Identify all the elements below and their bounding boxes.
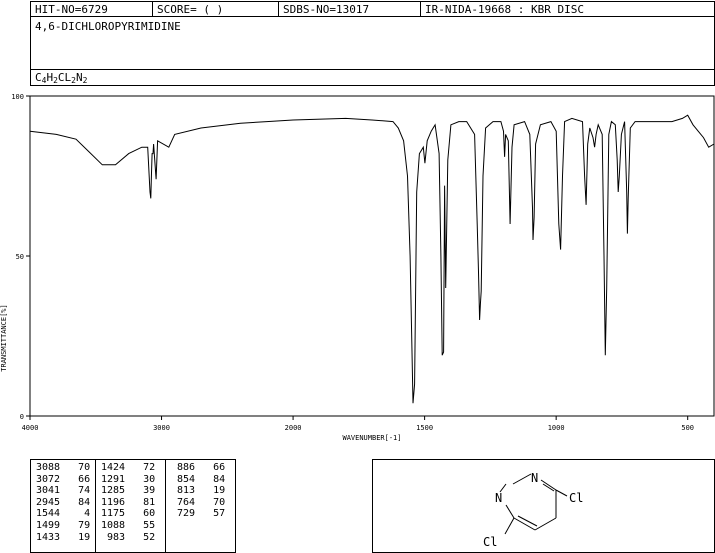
atom-n2: N (495, 491, 502, 505)
formula-element: N (75, 71, 83, 84)
score: SCORE= ( ) (153, 2, 279, 16)
structure-diagram: N N Cl Cl (483, 471, 583, 549)
peak-wavenumber: 764 (171, 496, 196, 508)
peak-wavenumber: 3041 (36, 485, 61, 497)
peak-wavenumber: 854 (171, 473, 196, 485)
x-axis-label: WAVENUMBER[-1] (342, 434, 401, 442)
peak-wavenumber: 3072 (36, 473, 61, 485)
atom-cl2: Cl (483, 535, 497, 549)
peak-row: 1544 4 (36, 508, 90, 520)
peak-wavenumber: 886 (171, 462, 196, 473)
peak-wavenumber: 729 (171, 508, 196, 520)
x-tick-label: 3000 (153, 424, 170, 432)
compound-name-box: 4,6-DICHLOROPYRIMIDINE (30, 16, 715, 70)
ir-nida: IR-NIDA-19668 : KBR DISC (425, 3, 584, 16)
peak-transmittance: 84 (60, 496, 91, 508)
sdbs-no: SDBS-NO=13017 (279, 2, 421, 16)
y-axis-label: TRANSMITTANCE[%] (0, 304, 8, 371)
compound-name: 4,6-DICHLOROPYRIMIDINE (35, 20, 181, 33)
peak-wavenumber: 813 (171, 485, 196, 497)
peak-transmittance: 84 (195, 473, 226, 485)
peak-transmittance: 52 (125, 531, 156, 543)
formula-subscript: 2 (82, 76, 88, 85)
atom-n1: N (531, 471, 538, 485)
peak-transmittance: 19 (60, 531, 91, 543)
peak-transmittance: 72 (125, 462, 156, 473)
peak-transmittance: 66 (195, 462, 226, 473)
y-tick-label: 0 (20, 413, 24, 421)
peak-row: 1433 19 (36, 532, 90, 544)
peak-transmittance: 19 (195, 485, 226, 497)
formula-box: C4H2CL2N2 (30, 69, 715, 86)
peak-table: 3088 70 3072 66 3041 74 2945 84 1544 4 1499 7… (30, 459, 236, 553)
peak-wavenumber: 1196 (101, 496, 126, 508)
peak-transmittance: 70 (195, 496, 226, 508)
peak-row: 1499 79 (36, 520, 90, 532)
peak-transmittance: 60 (125, 508, 156, 520)
peak-column-2: 1424 72 1291 30 1285 39 1196 81 1175 60 1088 … (101, 462, 155, 543)
peak-row: 729 57 (171, 508, 225, 520)
x-tick-label: 4000 (22, 424, 39, 432)
header-bar: HIT-NO=6729 SCORE= ( ) SDBS-NO=13017 IR-… (30, 1, 715, 17)
peak-transmittance: 57 (195, 508, 226, 520)
spectrum-line (29, 114, 715, 404)
formula-element: CL (57, 71, 72, 84)
peak-wavenumber: 1424 (101, 462, 126, 473)
peak-row: 1424 72 (101, 462, 155, 474)
peak-transmittance: 39 (125, 485, 156, 497)
hit-no: HIT-NO=6729 (31, 2, 153, 16)
peak-wavenumber: 1088 (101, 519, 126, 531)
peak-row: 854 84 (171, 474, 225, 486)
peak-transmittance: 81 (125, 496, 156, 508)
peak-row: 1291 30 (101, 474, 155, 486)
peak-column-1: 3088 70 3072 66 3041 74 2945 84 1544 4 1499 7… (36, 462, 90, 543)
x-tick-label: 1000 (548, 424, 565, 432)
peak-transmittance: 74 (60, 485, 91, 497)
atom-cl1: Cl (569, 491, 583, 505)
peak-row: 3041 74 (36, 485, 90, 497)
peak-transmittance: 55 (125, 519, 156, 531)
peak-wavenumber: 1499 (36, 519, 61, 531)
peak-wavenumber: 3088 (36, 462, 61, 473)
plot-frame (29, 95, 715, 417)
x-tick-label: 500 (681, 424, 694, 432)
peak-row: 886 66 (171, 462, 225, 474)
molecular-formula: C4H2CL2N2 (35, 71, 87, 85)
peak-row: 1175 60 (101, 508, 155, 520)
peak-wavenumber: 1544 (36, 508, 61, 520)
peak-transmittance: 70 (60, 462, 91, 473)
x-tick-label: 1500 (416, 424, 433, 432)
peak-row: 3088 70 (36, 462, 90, 474)
y-tick-label: 100 (11, 93, 24, 101)
peak-row: 813 19 (171, 485, 225, 497)
y-tick-label: 50 (16, 253, 24, 261)
peak-row: 1196 81 (101, 497, 155, 509)
peak-wavenumber: 2945 (36, 496, 61, 508)
peak-column-3: 886 66 854 84 813 19 764 70 729 57 (171, 462, 225, 520)
peak-row: 3072 66 (36, 474, 90, 486)
peak-transmittance: 79 (60, 519, 91, 531)
peak-wavenumber: 983 (101, 531, 126, 543)
structure-box: N N Cl Cl (372, 459, 715, 553)
peak-row: 1088 55 (101, 520, 155, 532)
peak-row: 983 52 (101, 532, 155, 544)
peak-wavenumber: 1291 (101, 473, 126, 485)
peak-transmittance: 66 (60, 473, 91, 485)
peak-row: 2945 84 (36, 497, 90, 509)
formula-element: C (35, 71, 42, 84)
peak-wavenumber: 1285 (101, 485, 126, 497)
peak-wavenumber: 1175 (101, 508, 126, 520)
peak-wavenumber: 1433 (36, 531, 61, 543)
peak-transmittance: 30 (125, 473, 156, 485)
peak-row: 764 70 (171, 497, 225, 509)
peak-transmittance: 4 (60, 508, 91, 520)
x-tick-label: 2000 (285, 424, 302, 432)
peak-row: 1285 39 (101, 485, 155, 497)
